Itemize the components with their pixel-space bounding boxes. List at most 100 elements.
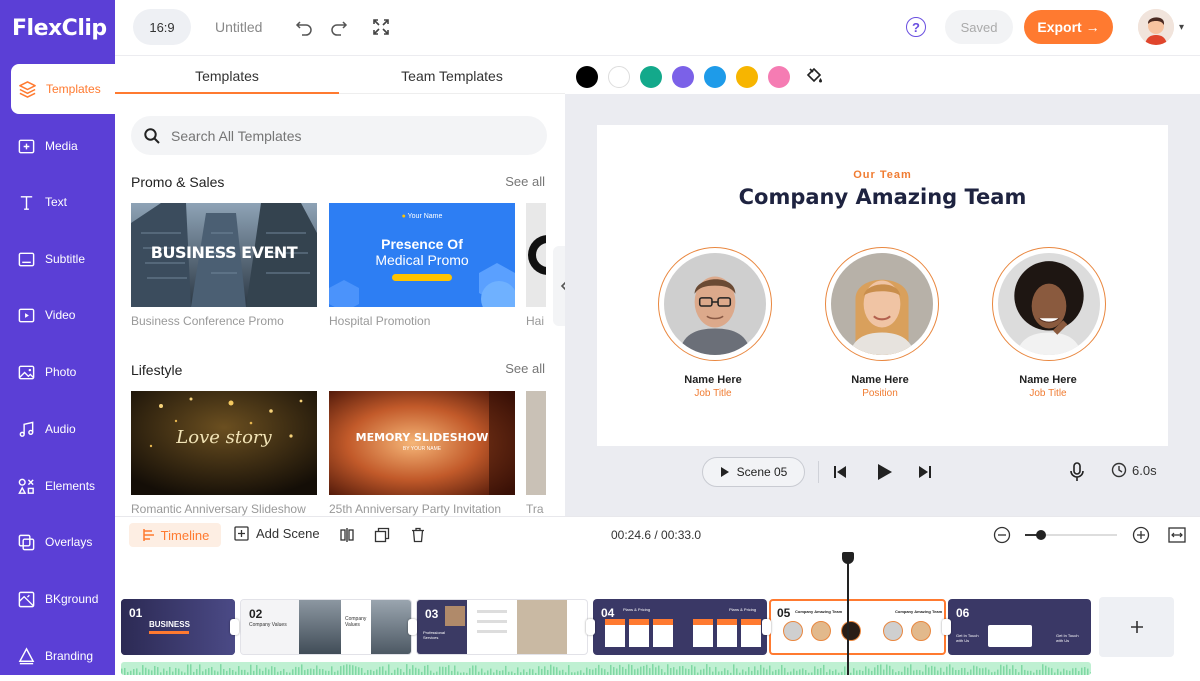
transition-handle[interactable] [230,619,239,635]
scene-clip-06[interactable]: 06 Get In Touch with Us Get In Touch wit… [948,599,1091,655]
search-input[interactable] [171,127,531,144]
sidebar-item-photo[interactable]: Photo [0,347,115,397]
transition-handle[interactable] [408,619,417,635]
sidebar-item-label: BKground [45,592,99,606]
saved-label: Saved [960,19,998,35]
mini-portrait [783,621,803,641]
color-swatch[interactable] [704,66,726,88]
team-member-role[interactable]: Job Title [988,388,1108,399]
sidebar-item-bkground[interactable]: BKground [0,574,115,624]
transition-handle[interactable] [942,619,951,635]
background-icon [18,591,35,607]
team-member-role[interactable]: Position [820,388,940,399]
scene-clip-04[interactable]: 04 Plans & Pricing Plans & Pricing [593,599,767,655]
color-swatch[interactable] [768,66,790,88]
team-member-name[interactable]: Name Here [653,374,773,386]
microphone-icon[interactable] [1066,461,1088,483]
fit-width-icon[interactable] [1167,525,1187,545]
sidebar-item-label: Templates [46,82,101,96]
flexclip-logo[interactable]: FlexClip [0,0,115,56]
team-member-name[interactable]: Name Here [988,374,1108,386]
duplicate-icon[interactable] [372,525,392,545]
playhead-line[interactable] [847,558,849,675]
color-swatch[interactable] [640,66,662,88]
audio-track[interactable] [121,662,1091,675]
team-member-role[interactable]: Job Title [653,388,773,399]
sidebar-item-subtitle[interactable]: Subtitle [0,234,115,284]
delete-icon[interactable] [408,525,428,545]
transition-handle[interactable] [586,619,595,635]
sidebar-item-media[interactable]: Media [0,121,115,171]
transition-handle[interactable] [762,619,771,635]
team-photo-3[interactable] [992,247,1106,361]
template-thumb-business-event[interactable]: BUSINESS EVENT [131,203,317,307]
project-title[interactable]: Untitled [215,19,262,35]
tab-team-templates[interactable]: Team Templates [339,56,565,95]
split-icon[interactable] [337,525,357,545]
template-thumb-partial[interactable] [526,203,546,307]
see-all-lifestyle-link[interactable]: See all [505,361,545,376]
template-thumb-partial[interactable] [526,391,546,495]
zoom-in-icon[interactable] [1131,525,1151,545]
mini-portrait [883,621,903,641]
zoom-out-icon[interactable] [992,525,1012,545]
scene-play-button[interactable]: Scene 05 [702,457,805,487]
team-photo-1[interactable] [658,247,772,361]
timeline-toggle-button[interactable]: Timeline [129,523,221,547]
sidebar-item-label: Subtitle [45,252,86,266]
redo-icon[interactable] [328,16,350,38]
tab-templates[interactable]: Templates [115,56,339,95]
see-all-promo-link[interactable]: See all [505,174,545,189]
help-icon[interactable]: ? [906,17,926,37]
price-card [605,619,625,647]
sidebar-item-templates[interactable]: Templates [11,64,115,114]
template-thumb-memory-slideshow[interactable]: MEMORY SLIDESHOW BY YOUR NAME [329,391,515,495]
add-scene-tile[interactable] [1099,597,1174,657]
sidebar-item-branding[interactable]: Branding [0,631,115,681]
aspect-ratio-button[interactable]: 16:9 [133,9,191,45]
add-scene-button[interactable]: Add Scene [234,526,320,541]
template-thumb-love-story[interactable]: Love story [131,391,317,495]
slide-canvas[interactable]: Our Team Company Amazing Team Name Here … [597,125,1168,446]
sidebar-item-label: Media [45,139,78,153]
duration-display[interactable]: 6.0s [1111,462,1157,478]
scene-title: Company Values [345,616,367,628]
avatar[interactable] [1138,9,1174,45]
scene-clip-01[interactable]: 01 BUSINESS [121,599,235,655]
slide-kicker[interactable]: Our Team [597,169,1168,181]
sidebar-item-video[interactable]: Video [0,290,115,340]
fullscreen-icon[interactable] [370,16,392,38]
color-swatch[interactable] [576,66,598,88]
sidebar-item-audio[interactable]: Audio [0,404,115,454]
scene-title: Get In Touch with Us [956,633,979,643]
scene-clip-02[interactable]: 02 Company Values Company Values [240,599,412,655]
account-dropdown-chevron-icon[interactable]: ▾ [1179,22,1184,33]
template-caption: Business Conference Promo [131,314,284,328]
play-icon[interactable] [872,460,896,484]
search-box[interactable] [131,116,547,155]
team-photo-2[interactable] [825,247,939,361]
playhead-handle[interactable] [842,552,854,564]
scene-clip-05-selected[interactable]: 05 Company Amazing Team Company Amazing … [769,599,946,655]
undo-icon[interactable] [293,16,315,38]
woman-curly-portrait-image [998,253,1100,355]
slide-title[interactable]: Company Amazing Team [597,185,1168,209]
sidebar-item-elements[interactable]: Elements [0,461,115,511]
previous-scene-icon[interactable] [830,462,850,482]
next-scene-icon[interactable] [915,462,935,482]
sidebar-item-overlays[interactable]: Overlays [0,517,115,567]
price-card [629,619,649,647]
template-thumb-medical-promo[interactable]: ● Your Name Presence Of Medical Promo [329,203,515,307]
fill-bucket-icon[interactable] [802,64,826,88]
controls-divider [818,461,819,483]
thumb-title: MEMORY SLIDESHOW [355,431,489,444]
color-swatch[interactable] [672,66,694,88]
export-button[interactable]: Export → [1024,10,1113,44]
scene-title: BUSINESS [149,620,190,629]
color-swatch[interactable] [608,66,630,88]
color-swatch[interactable] [736,66,758,88]
team-member-name[interactable]: Name Here [820,374,940,386]
sidebar-item-text[interactable]: Text [0,177,115,227]
scene-clip-03[interactable]: 03 Professional Services [416,599,588,655]
zoom-slider-handle[interactable] [1036,530,1046,540]
